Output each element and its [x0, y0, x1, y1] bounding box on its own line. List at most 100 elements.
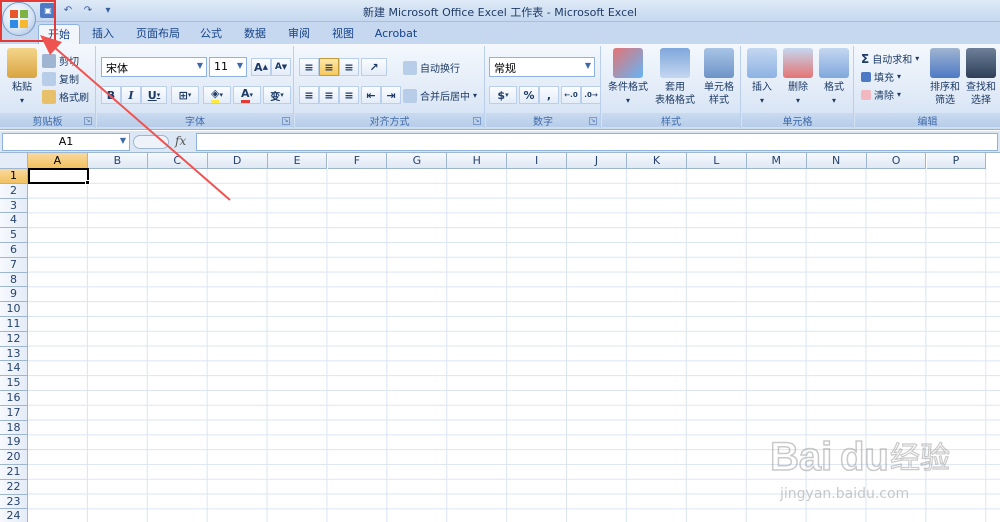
- tab-review[interactable]: 审阅: [280, 24, 318, 44]
- column-header-a[interactable]: A: [28, 153, 88, 169]
- column-header-h[interactable]: H: [447, 153, 508, 169]
- font-size-select[interactable]: 11 ▼: [209, 57, 247, 77]
- row-header-22[interactable]: 22: [0, 479, 28, 495]
- row-header-24[interactable]: 24: [0, 509, 28, 522]
- bold-button[interactable]: B: [101, 86, 121, 104]
- column-header-b[interactable]: B: [87, 153, 148, 169]
- row-header-3[interactable]: 3: [0, 198, 28, 214]
- row-header-21[interactable]: 21: [0, 465, 28, 480]
- row-header-1[interactable]: 1: [0, 169, 28, 184]
- format-painter-button[interactable]: 格式刷: [42, 88, 89, 105]
- copy-button[interactable]: 复制: [42, 70, 79, 87]
- row-header-2[interactable]: 2: [0, 183, 28, 199]
- office-button[interactable]: [2, 2, 36, 36]
- row-header-5[interactable]: 5: [0, 228, 28, 243]
- column-header-n[interactable]: N: [806, 153, 867, 169]
- decrease-decimal-icon[interactable]: .0→: [581, 86, 601, 104]
- orientation-icon[interactable]: ↗: [361, 58, 387, 76]
- row-header-8[interactable]: 8: [0, 272, 28, 288]
- align-center-icon[interactable]: ≡: [319, 86, 339, 104]
- align-right-icon[interactable]: ≡: [339, 86, 359, 104]
- row-header-4[interactable]: 4: [0, 213, 28, 229]
- find-select-button[interactable]: 查找和 选择: [963, 48, 999, 107]
- row-header-16[interactable]: 16: [0, 391, 28, 406]
- clipboard-launcher-icon[interactable]: ↘: [84, 117, 92, 125]
- alignment-launcher-icon[interactable]: ↘: [473, 117, 481, 125]
- align-top-icon[interactable]: ≡: [299, 58, 319, 76]
- increase-decimal-icon[interactable]: ←.0: [561, 86, 581, 104]
- row-header-10[interactable]: 10: [0, 302, 28, 317]
- delete-cells-button[interactable]: 删除 ▾: [780, 48, 816, 107]
- paste-button[interactable]: 粘贴 ▾: [6, 48, 38, 107]
- grow-font-button[interactable]: A ▲: [251, 58, 271, 76]
- name-box[interactable]: A1 ▼: [2, 133, 130, 151]
- phonetic-button[interactable]: 变 ▾: [263, 86, 291, 104]
- column-header-k[interactable]: K: [627, 153, 687, 169]
- align-left-icon[interactable]: ≡: [299, 86, 319, 104]
- active-cell-a1[interactable]: [28, 168, 89, 184]
- align-middle-icon[interactable]: ≡: [319, 58, 339, 76]
- tab-acrobat[interactable]: Acrobat: [370, 24, 422, 44]
- row-header-14[interactable]: 14: [0, 361, 28, 377]
- row-header-18[interactable]: 18: [0, 420, 28, 436]
- sort-filter-button[interactable]: 排序和 筛选: [927, 48, 963, 107]
- clear-button[interactable]: 清除 ▾: [861, 86, 901, 103]
- conditional-format-button[interactable]: 条件格式 ▾: [605, 48, 651, 107]
- column-header-f[interactable]: F: [327, 153, 388, 169]
- tab-home[interactable]: 开始: [38, 24, 80, 44]
- tab-formulas[interactable]: 公式: [192, 24, 230, 44]
- row-header-15[interactable]: 15: [0, 376, 28, 391]
- column-header-e[interactable]: E: [267, 153, 328, 169]
- shrink-font-button[interactable]: A ▼: [271, 58, 291, 76]
- row-header-12[interactable]: 12: [0, 331, 28, 347]
- formula-bar-toggle[interactable]: [133, 135, 169, 149]
- increase-indent-icon[interactable]: ⇥: [381, 86, 401, 104]
- row-header-23[interactable]: 23: [0, 494, 28, 510]
- column-header-d[interactable]: D: [207, 153, 268, 169]
- insert-function-icon[interactable]: fx: [175, 134, 186, 148]
- align-bottom-icon[interactable]: ≡: [339, 58, 359, 76]
- italic-button[interactable]: I: [121, 86, 141, 104]
- row-header-19[interactable]: 19: [0, 435, 28, 451]
- autosum-button[interactable]: Σ 自动求和 ▾: [861, 50, 919, 67]
- font-color-button[interactable]: A ▾: [233, 86, 261, 104]
- column-header-p[interactable]: P: [926, 153, 987, 169]
- tab-data[interactable]: 数据: [236, 24, 274, 44]
- tab-insert[interactable]: 插入: [84, 24, 122, 44]
- underline-button[interactable]: U ▾: [141, 86, 167, 104]
- column-header-j[interactable]: J: [567, 153, 627, 169]
- merge-center-button[interactable]: 合并后居中 ▾: [403, 87, 477, 104]
- percent-button[interactable]: %: [519, 86, 539, 104]
- font-launcher-icon[interactable]: ↘: [282, 117, 290, 125]
- format-as-table-button[interactable]: 套用 表格格式: [652, 48, 698, 107]
- row-header-9[interactable]: 9: [0, 287, 28, 303]
- tab-page-layout[interactable]: 页面布局: [130, 24, 186, 44]
- row-header-20[interactable]: 20: [0, 450, 28, 465]
- format-cells-button[interactable]: 格式 ▾: [816, 48, 852, 107]
- column-header-o[interactable]: O: [866, 153, 927, 169]
- cell-styles-button[interactable]: 单元格 样式: [699, 48, 739, 107]
- borders-button[interactable]: ⊞ ▾: [171, 86, 199, 104]
- tab-view[interactable]: 视图: [324, 24, 362, 44]
- row-header-7[interactable]: 7: [0, 257, 28, 273]
- number-launcher-icon[interactable]: ↘: [589, 117, 597, 125]
- column-header-m[interactable]: M: [746, 153, 807, 169]
- row-header-6[interactable]: 6: [0, 243, 28, 258]
- row-header-17[interactable]: 17: [0, 405, 28, 421]
- insert-cells-button[interactable]: 插入 ▾: [744, 48, 780, 107]
- formula-input[interactable]: [196, 133, 998, 151]
- font-name-select[interactable]: 宋体 ▼: [101, 57, 207, 77]
- row-header-11[interactable]: 11: [0, 317, 28, 332]
- column-header-i[interactable]: I: [507, 153, 568, 169]
- column-header-c[interactable]: C: [147, 153, 208, 169]
- column-header-l[interactable]: L: [686, 153, 747, 169]
- row-header-13[interactable]: 13: [0, 346, 28, 362]
- column-header-g[interactable]: G: [387, 153, 448, 169]
- wrap-text-button[interactable]: 自动换行: [403, 59, 460, 76]
- decrease-indent-icon[interactable]: ⇤: [361, 86, 381, 104]
- fill-color-button[interactable]: ◈ ▾: [203, 86, 231, 104]
- fill-button[interactable]: 填充 ▾: [861, 68, 901, 85]
- fill-handle[interactable]: [85, 180, 90, 185]
- cut-button[interactable]: 剪切: [42, 52, 79, 69]
- number-format-select[interactable]: 常规 ▼: [489, 57, 595, 77]
